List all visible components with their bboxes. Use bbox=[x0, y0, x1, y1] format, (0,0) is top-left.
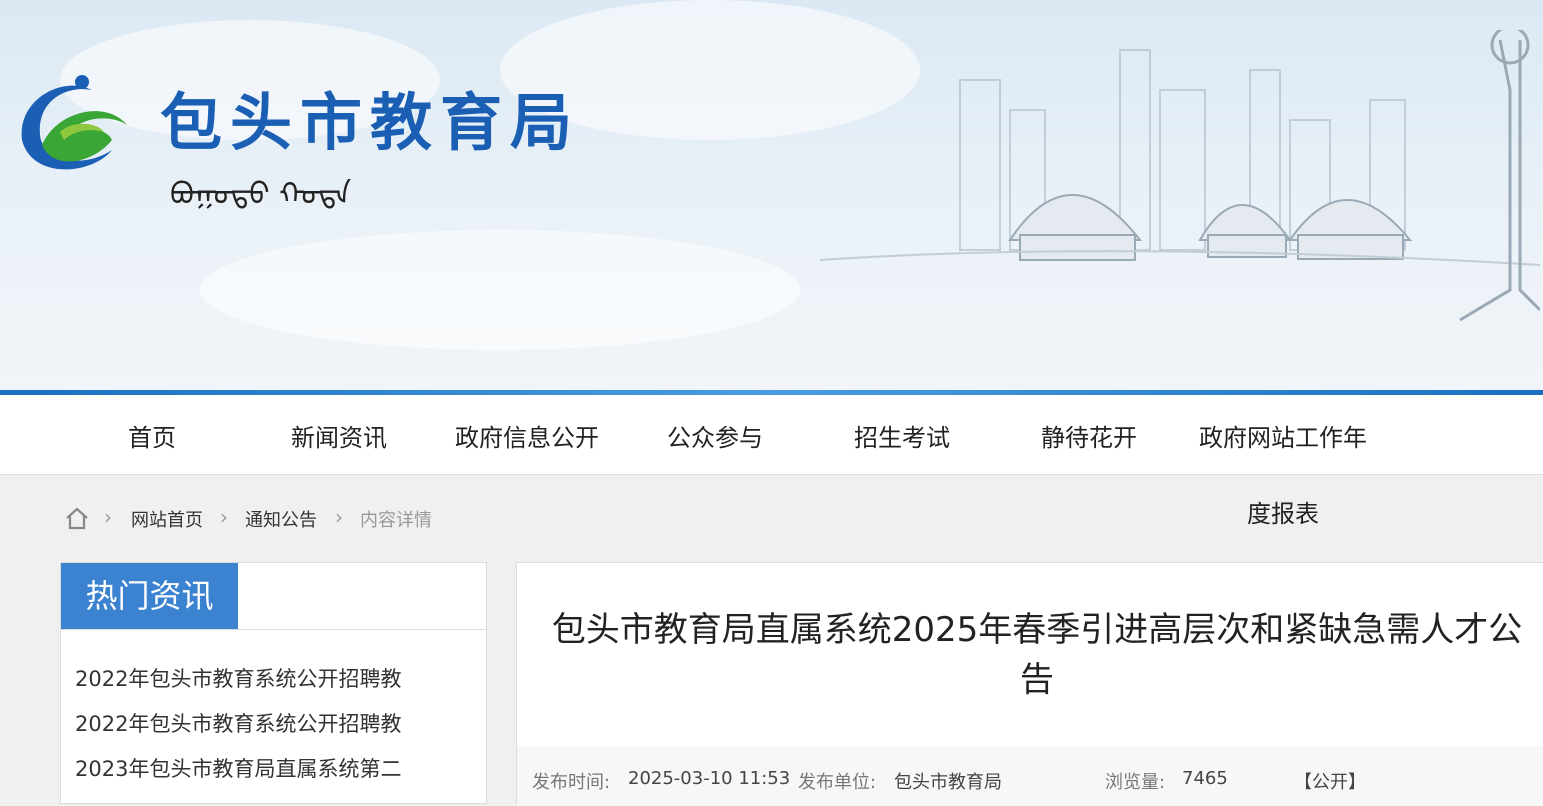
nav-item-gov-info[interactable]: 政府信息公开 bbox=[455, 418, 599, 453]
cloud-decoration bbox=[200, 230, 800, 350]
chevron-right-icon: › bbox=[220, 505, 228, 529]
article-title: 包头市教育局直属系统2025年春季引进高层次和紧缺急需人才公告 bbox=[551, 610, 1523, 700]
nav-item-news[interactable]: 新闻资讯 bbox=[291, 418, 387, 453]
nav-item-annual-report[interactable]: 政府网站工作年 度报表 bbox=[1193, 418, 1373, 534]
disclosure-status: 【公开】 bbox=[1294, 772, 1366, 793]
hot-news-item[interactable]: 2022年包头市教育系统公开招聘教 bbox=[75, 708, 401, 738]
breadcrumb-section-link[interactable]: 通知公告 bbox=[245, 506, 317, 532]
nav-item-jingdai-huakai[interactable]: 静待花开 bbox=[1041, 418, 1137, 453]
nav-item-public-participation[interactable]: 公众参与 bbox=[667, 418, 763, 453]
header-banner: 包头市教育局 ᠪᠣᠭᠣᠲᠣ ᠬᠣᠲᠠ bbox=[0, 0, 1543, 392]
chevron-right-icon: › bbox=[335, 505, 343, 529]
hot-news-heading: 热门资讯 bbox=[61, 563, 238, 629]
site-title: 包头市教育局 bbox=[160, 86, 581, 159]
publish-time-label: 发布时间: bbox=[532, 772, 611, 793]
views-label: 浏览量: bbox=[1105, 772, 1166, 793]
divider bbox=[61, 629, 486, 630]
breadcrumb-current: 内容详情 bbox=[360, 510, 432, 531]
home-icon[interactable] bbox=[64, 505, 90, 531]
education-bureau-logo bbox=[21, 75, 127, 170]
breadcrumb-home-link[interactable]: 网站首页 bbox=[131, 506, 203, 532]
views-count: 7465 bbox=[1182, 768, 1228, 789]
nav-item-annual-report-line2: 度报表 bbox=[1247, 500, 1319, 528]
hot-news-panel: 热门资讯 2022年包头市教育系统公开招聘教 2022年包头市教育系统公开招聘教… bbox=[60, 562, 487, 804]
hot-news-item[interactable]: 2022年包头市教育系统公开招聘教 bbox=[75, 663, 401, 693]
publisher-value: 包头市教育局 bbox=[894, 772, 1002, 793]
city-skyline-illustration bbox=[820, 30, 1540, 322]
chevron-right-icon: › bbox=[104, 505, 112, 529]
mongolian-site-title: ᠪᠣᠭᠣᠲᠣ ᠬᠣᠲᠠ bbox=[170, 177, 352, 212]
article-panel: 包头市教育局直属系统2025年春季引进高层次和紧缺急需人才公告 发布时间: 20… bbox=[516, 562, 1543, 806]
nav-item-annual-report-line1: 政府网站工作年 bbox=[1199, 424, 1367, 452]
nav-item-home[interactable]: 首页 bbox=[128, 418, 176, 453]
publish-time-value: 2025-03-10 11:53 bbox=[628, 768, 791, 789]
nav-item-enrollment-exams[interactable]: 招生考试 bbox=[854, 418, 950, 453]
publisher-label: 发布单位: bbox=[798, 772, 877, 793]
article-meta-bar: 发布时间: 2025-03-10 11:53 发布单位: 包头市教育局 浏览量:… bbox=[517, 746, 1543, 806]
hot-news-item[interactable]: 2023年包头市教育局直属系统第二 bbox=[75, 753, 401, 783]
